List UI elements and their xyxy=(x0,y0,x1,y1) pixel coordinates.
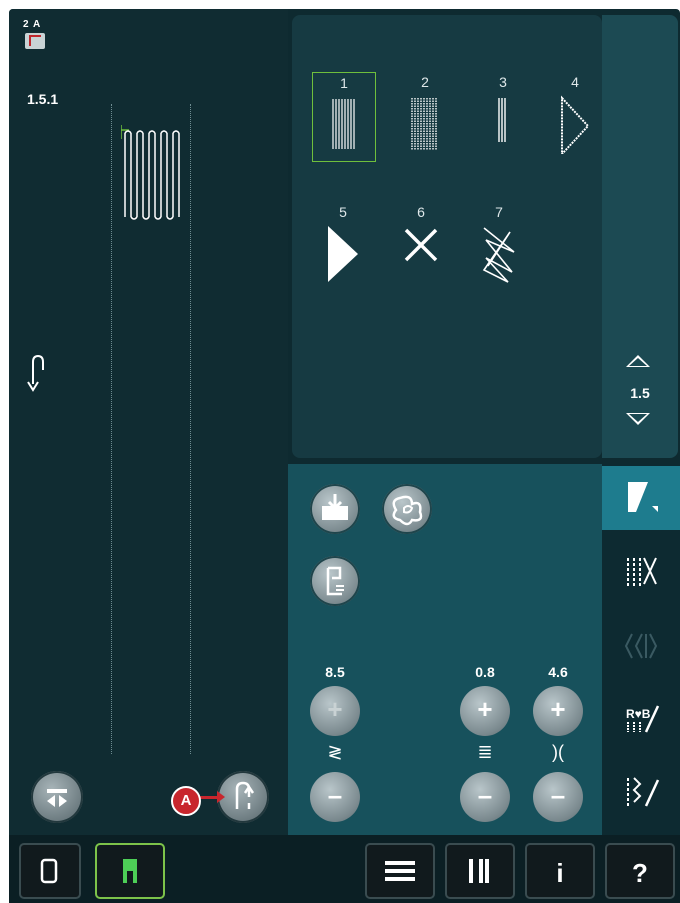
selection-menu-button[interactable] xyxy=(365,843,435,899)
side-menu: R♥B xyxy=(602,464,680,835)
save-stitch-button[interactable] xyxy=(310,484,360,534)
settings-tools-icon xyxy=(469,859,489,883)
stitch-width-value: 8.5 xyxy=(325,664,345,680)
stitch-width-icon: ≷ xyxy=(327,742,343,762)
sequence-icon xyxy=(624,633,658,659)
balance-plus-button[interactable]: + xyxy=(533,686,583,736)
satin-stitch-icon xyxy=(332,99,355,149)
tie-off-button[interactable] xyxy=(310,556,360,606)
cross-stitch-icon xyxy=(404,228,438,262)
mirror-side-to-side-button[interactable] xyxy=(31,771,83,823)
stitch-preview-pattern xyxy=(121,125,180,220)
reverse-indicator-icon xyxy=(27,354,44,392)
edit-sequence-tab[interactable]: R♥B xyxy=(602,686,680,750)
stitch-category-number: 1.5 xyxy=(630,385,650,401)
ribbon-menu-button[interactable] xyxy=(382,484,432,534)
presser-foot-icon xyxy=(25,33,45,49)
presser-foot-indicator: 2 A xyxy=(23,19,49,53)
selection-icon xyxy=(627,777,660,808)
guide-line-right xyxy=(190,104,191,754)
stitch-density-value: 0.8 xyxy=(475,664,495,680)
narrow-satin-icon xyxy=(498,98,506,142)
stitch-number: 1.5.1 xyxy=(27,91,59,107)
mirror-icon xyxy=(47,789,67,807)
svg-text:R♥B: R♥B xyxy=(626,707,651,721)
stitch-number-label: 2 xyxy=(421,74,429,90)
stitch-number-label: 7 xyxy=(495,204,503,220)
triangle-fill-icon xyxy=(328,226,358,282)
satin-stitch-icon xyxy=(411,98,437,150)
stitch-option-3[interactable]: 3 xyxy=(472,72,534,160)
help-icon: ? xyxy=(632,858,648,888)
list-icon xyxy=(385,861,415,881)
stitch-option-6[interactable]: 6 xyxy=(390,202,452,290)
cut-tie-tab[interactable] xyxy=(602,540,680,604)
stitch-menu-tab[interactable] xyxy=(602,466,680,530)
scroll-down-icon[interactable] xyxy=(626,413,650,425)
presser-foot-label: 2 A xyxy=(23,19,42,30)
stitch-selection-menu: 1 2 3 4 5 6 7 xyxy=(292,15,602,458)
sewing-mode-icon xyxy=(123,859,137,883)
help-button[interactable]: ? xyxy=(605,843,675,899)
guide-line-left xyxy=(111,104,112,754)
stitch-density-plus-button[interactable]: + xyxy=(460,686,510,736)
stitch-number-label: 3 xyxy=(499,74,507,90)
stitch-number-label: 1 xyxy=(340,75,348,91)
stitch-category-scroller: 1.5 xyxy=(602,15,678,458)
embroidery-mode-icon xyxy=(40,858,58,884)
save-icon xyxy=(322,494,348,520)
embroidery-mode-button[interactable] xyxy=(19,843,81,899)
info-icon: i xyxy=(556,858,564,888)
settings-button[interactable] xyxy=(445,843,515,899)
stitch-option-4[interactable]: 4 xyxy=(544,72,606,160)
stitch-option-1[interactable]: 1 xyxy=(312,72,376,162)
stitch-settings-area: 8.5 + ≷ – 0.8 + ≣ – 4.6 + )( – xyxy=(288,464,602,835)
stitch-density-icon: ≣ xyxy=(477,742,493,762)
balance-icon: )( xyxy=(552,742,564,762)
sequence-tab[interactable] xyxy=(602,614,680,678)
stitch-menu-icon xyxy=(628,482,658,512)
stitch-number-label: 6 xyxy=(417,204,425,220)
bottom-toolbar: i ? xyxy=(9,835,680,903)
stitch-width-minus-button[interactable]: – xyxy=(310,772,360,822)
stitch-option-7[interactable]: 7 xyxy=(468,202,530,290)
stitch-preview-area: 2 A 1.5.1 A xyxy=(9,9,288,835)
stitch-number-label: 5 xyxy=(339,204,347,220)
balance-minus-button[interactable]: – xyxy=(533,772,583,822)
stitch-number-label: 4 xyxy=(571,74,579,90)
stitch-density-minus-button[interactable]: – xyxy=(460,772,510,822)
stitch-option-2[interactable]: 2 xyxy=(394,72,456,160)
ribbon-icon xyxy=(392,495,423,526)
tie-off-icon xyxy=(326,566,344,596)
cut-tie-icon xyxy=(627,557,657,588)
info-button[interactable]: i xyxy=(525,843,595,899)
callout-label-a: A xyxy=(171,786,201,816)
stitch-techniques-tab[interactable] xyxy=(602,760,680,824)
free-motion-stitch-icon xyxy=(482,227,515,283)
stitch-option-5[interactable]: 5 xyxy=(312,202,374,290)
scroll-up-icon[interactable] xyxy=(626,355,650,367)
triangle-satin-icon xyxy=(561,95,590,154)
edit-stitch-icon: R♥B xyxy=(626,705,660,733)
stitch-width-plus-button[interactable]: + xyxy=(310,686,360,736)
balance-value: 4.6 xyxy=(548,664,568,680)
screen: 2 A 1.5.1 A 1 2 3 4 5 6 7 1.5 8.5 + ≷ – … xyxy=(9,9,680,903)
sewing-mode-button[interactable] xyxy=(95,843,165,899)
